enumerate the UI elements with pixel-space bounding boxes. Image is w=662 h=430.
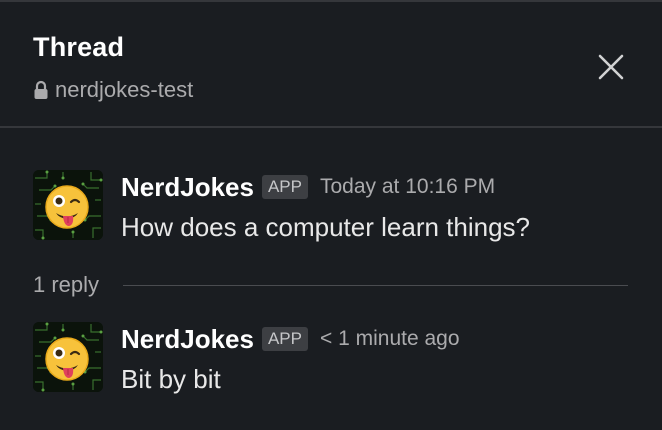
nerd-face-emoji-avatar xyxy=(33,170,103,240)
nerd-face-emoji-avatar xyxy=(33,322,103,392)
close-icon xyxy=(598,54,624,85)
sender-name[interactable]: NerdJokes xyxy=(121,172,254,203)
channel-link[interactable]: nerdjokes-test xyxy=(33,77,193,103)
parent-message[interactable]: NerdJokes APP Today at 10:16 PM How does… xyxy=(0,170,662,260)
avatar[interactable] xyxy=(33,322,103,392)
thread-header: Thread nerdjokes-test xyxy=(0,2,662,128)
timestamp[interactable]: Today at 10:16 PM xyxy=(320,175,495,199)
reply-message[interactable]: NerdJokes APP < 1 minute ago Bit by bit xyxy=(0,322,662,412)
sender-name[interactable]: NerdJokes xyxy=(121,324,254,355)
thread-title: Thread xyxy=(33,32,125,62)
app-badge: APP xyxy=(261,175,308,199)
divider xyxy=(123,284,628,286)
message-header: NerdJokes APP < 1 minute ago xyxy=(121,322,460,356)
reply-count-row: 1 reply xyxy=(33,270,628,300)
channel-name: nerdjokes-test xyxy=(55,77,194,102)
reply-count: 1 reply xyxy=(33,272,100,297)
app-badge: APP xyxy=(261,327,308,351)
message-text: Bit by bit xyxy=(121,364,221,394)
lock-icon xyxy=(33,80,49,100)
close-button[interactable] xyxy=(592,50,630,88)
timestamp[interactable]: < 1 minute ago xyxy=(320,327,460,351)
message-header: NerdJokes APP Today at 10:16 PM xyxy=(121,170,495,204)
message-text: How does a computer learn things? xyxy=(121,212,531,242)
avatar[interactable] xyxy=(33,170,103,240)
